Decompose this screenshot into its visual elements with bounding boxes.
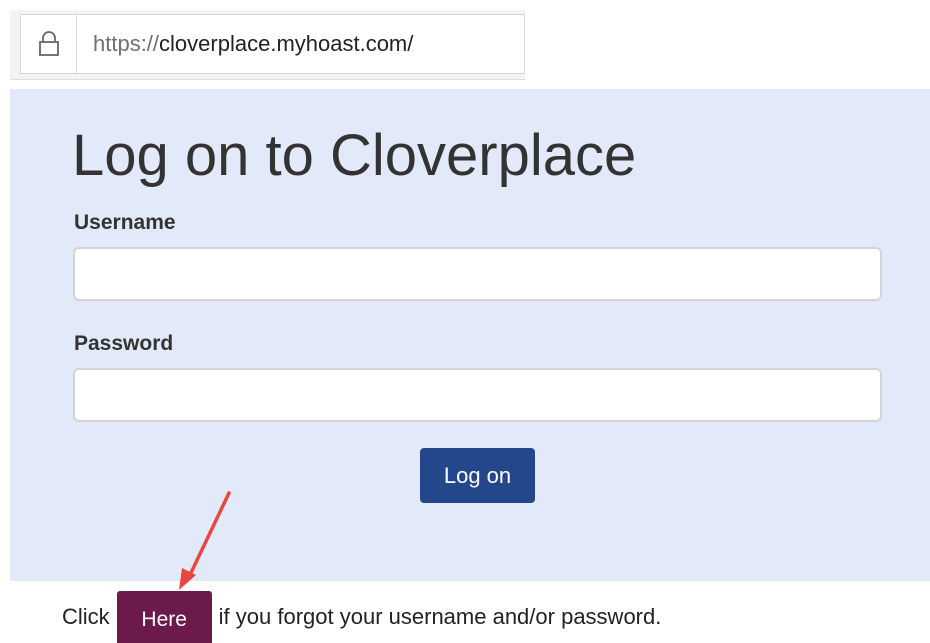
address-url[interactable]: https://cloverplace.myhoast.com/ [93,31,413,57]
logon-button[interactable]: Log on [420,448,535,503]
here-button[interactable]: Here [116,591,212,643]
address-field[interactable]: https://cloverplace.myhoast.com/ [20,14,525,74]
page-title: Log on to Cloverplace [72,123,637,188]
username-label: Username [74,211,176,234]
password-label: Password [74,332,174,355]
forgot-credentials-row: Click Here if you forgot your username a… [62,591,661,643]
login-panel: Log on to Cloverplace Username Password … [10,89,930,581]
url-scheme: https:// [93,31,160,56]
password-input[interactable] [73,368,882,422]
forgot-prefix: Click [62,604,110,629]
lock-icon [21,15,77,73]
username-input[interactable] [73,247,882,301]
address-bar: https://cloverplace.myhoast.com/ [10,10,525,80]
url-host-path: cloverplace.myhoast.com/ [159,31,414,56]
forgot-suffix: if you forgot your username and/or passw… [218,604,662,629]
